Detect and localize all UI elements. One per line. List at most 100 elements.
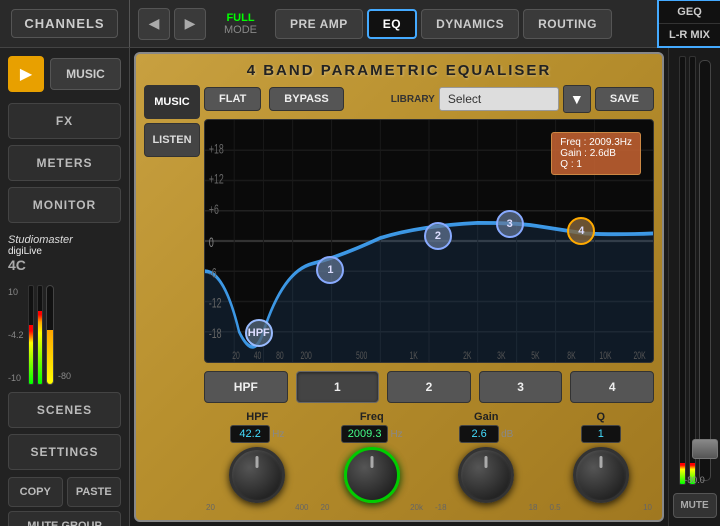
monitor-button[interactable]: MONITOR [8, 187, 121, 223]
hpf-knob-group: HPF 42.2 Hz 20 400 [204, 411, 311, 512]
library-dropdown-button[interactable]: ▼ [563, 85, 591, 113]
gain-unit: dB [501, 429, 513, 440]
svg-text:1K: 1K [410, 349, 418, 361]
top-bar: CHANNELS ◀ ▶ FULL MODE PRE AMP EQ DYNAMI… [0, 0, 720, 48]
knob-section: HPF 42.2 Hz 20 400 Freq [204, 411, 654, 512]
eq-title: 4 BAND PARAMETRIC EQUALISER [144, 62, 654, 79]
band2-button[interactable]: 2 [387, 371, 471, 403]
settings-button[interactable]: SETTINGS [8, 434, 121, 470]
geq-button[interactable]: GEQ [659, 1, 720, 24]
band-node-hpf[interactable]: HPF [245, 319, 273, 347]
svg-text:+12: +12 [209, 173, 224, 187]
svg-text:40: 40 [254, 349, 262, 361]
hpf-value[interactable]: 42.2 [230, 425, 270, 443]
scenes-button[interactable]: SCENES [8, 392, 121, 428]
library-select-display[interactable]: Select [439, 87, 559, 111]
band1-button[interactable]: 1 [296, 371, 380, 403]
dynamics-button[interactable]: DYNAMICS [421, 9, 519, 39]
band-node-1[interactable]: 1 [316, 256, 344, 284]
gain-knob-group: Gain 2.6 dB -18 18 [433, 411, 540, 512]
freq-label: Freq [360, 411, 384, 423]
bottom-buttons: COPY PASTE MUTE GROUP [0, 473, 129, 526]
band-buttons: HPF 1 2 3 4 [204, 371, 654, 403]
hpf-unit: Hz [272, 429, 284, 440]
freq-unit: Hz [390, 429, 402, 440]
band4-button[interactable]: 4 [570, 371, 654, 403]
meter-fill-1 [29, 325, 33, 384]
band3-button[interactable]: 3 [479, 371, 563, 403]
hpf-label: HPF [246, 411, 268, 423]
prev-button[interactable]: ◀ [138, 8, 170, 40]
logo-area: Studiomaster digiLive 4C [0, 226, 129, 281]
gain-value[interactable]: 2.6 [459, 425, 499, 443]
hpf-scale-min: 20 [206, 503, 215, 512]
eq-graph[interactable]: +18 +12 +6 0 -6 -12 -18 20 40 80 200 500… [204, 119, 654, 363]
q-knob[interactable] [573, 447, 629, 503]
meters-button[interactable]: METERS [8, 145, 121, 181]
band-node-4[interactable]: 4 [567, 217, 595, 245]
svg-text:500: 500 [356, 349, 367, 361]
paste-button[interactable]: PASTE [67, 477, 122, 507]
flat-button[interactable]: FLAT [204, 87, 261, 111]
svg-text:5K: 5K [531, 349, 539, 361]
gain-value-row: 2.6 dB [459, 425, 513, 443]
freq-scale-min: 20 [321, 503, 330, 512]
fader-track [46, 285, 54, 385]
hpf-knob[interactable] [229, 447, 285, 503]
right-mute-button[interactable]: MUTE [673, 493, 717, 518]
copy-button[interactable]: COPY [8, 477, 63, 507]
svg-text:+18: +18 [209, 143, 224, 157]
left-sidebar: ▶ MUSIC FX METERS MONITOR Studiomaster d… [0, 48, 130, 526]
lrmix-button[interactable]: L-R MIX [659, 24, 720, 46]
tooltip-q: Q : 1 [560, 159, 632, 170]
gain-scale-min: -18 [435, 503, 447, 512]
play-music-row: ▶ MUSIC [0, 48, 129, 100]
band-node-3[interactable]: 3 [496, 210, 524, 238]
fader-db-label: -80 [58, 371, 71, 381]
hpf-scale-max: 400 [295, 503, 308, 512]
eq-tooltip: Freq : 2009.3Hz Gain : 2.6dB Q : 1 [551, 132, 641, 175]
svg-text:2K: 2K [463, 349, 471, 361]
freq-knob[interactable] [344, 447, 400, 503]
hpf-band-button[interactable]: HPF [204, 371, 288, 403]
eq-button[interactable]: EQ [367, 9, 417, 39]
meter-label-neg10: -10 [8, 373, 24, 383]
right-fader-area: -80.0 [669, 52, 720, 489]
gain-knob[interactable] [458, 447, 514, 503]
play-button[interactable]: ▶ [8, 56, 44, 92]
mute-group-button[interactable]: MUTE GROUP [8, 511, 121, 526]
preamp-button[interactable]: PRE AMP [275, 9, 363, 39]
next-button[interactable]: ▶ [174, 8, 206, 40]
bypass-button[interactable]: BYPASS [269, 87, 343, 111]
q-label: Q [596, 411, 605, 423]
library-section: LIBRARY Select ▼ SAVE [391, 85, 654, 113]
eq-music-button[interactable]: MUSIC [144, 85, 200, 119]
right-meter-bar-2 [689, 56, 696, 485]
right-fader-handle[interactable] [692, 439, 718, 459]
save-button[interactable]: SAVE [595, 87, 654, 111]
freq-value[interactable]: 2009.3 [341, 425, 389, 443]
svg-text:8K: 8K [567, 349, 575, 361]
channels-button[interactable]: CHANNELS [11, 9, 117, 38]
right-panel: -80.0 MUTE [668, 48, 720, 526]
q-scale-min: 0.5 [550, 503, 561, 512]
music-listen-col: MUSIC LISTEN [144, 85, 200, 512]
right-fader-track[interactable] [699, 60, 711, 481]
full-mode-section: FULL MODE [214, 12, 267, 36]
fx-button[interactable]: FX [8, 103, 121, 139]
nav-arrows: ◀ ▶ [130, 8, 214, 40]
logo-text: Studiomaster [8, 234, 73, 246]
eq-main: MUSIC LISTEN FLAT BYPASS LIBRARY Select … [144, 85, 654, 512]
main-content: ▶ MUSIC FX METERS MONITOR Studiomaster d… [0, 48, 720, 526]
hpf-scale: 20 400 [204, 503, 311, 512]
q-value[interactable]: 1 [581, 425, 621, 443]
band-node-2[interactable]: 2 [424, 222, 452, 250]
fader-fill [47, 330, 53, 384]
gain-scale-max: 18 [529, 503, 538, 512]
eq-listen-button[interactable]: LISTEN [144, 123, 200, 157]
hpf-value-row: 42.2 Hz [230, 425, 284, 443]
routing-button[interactable]: ROUTING [523, 9, 612, 39]
music-sidebar-button[interactable]: MUSIC [50, 58, 121, 90]
svg-text:80: 80 [276, 349, 284, 361]
meter-bar-1 [28, 285, 34, 385]
